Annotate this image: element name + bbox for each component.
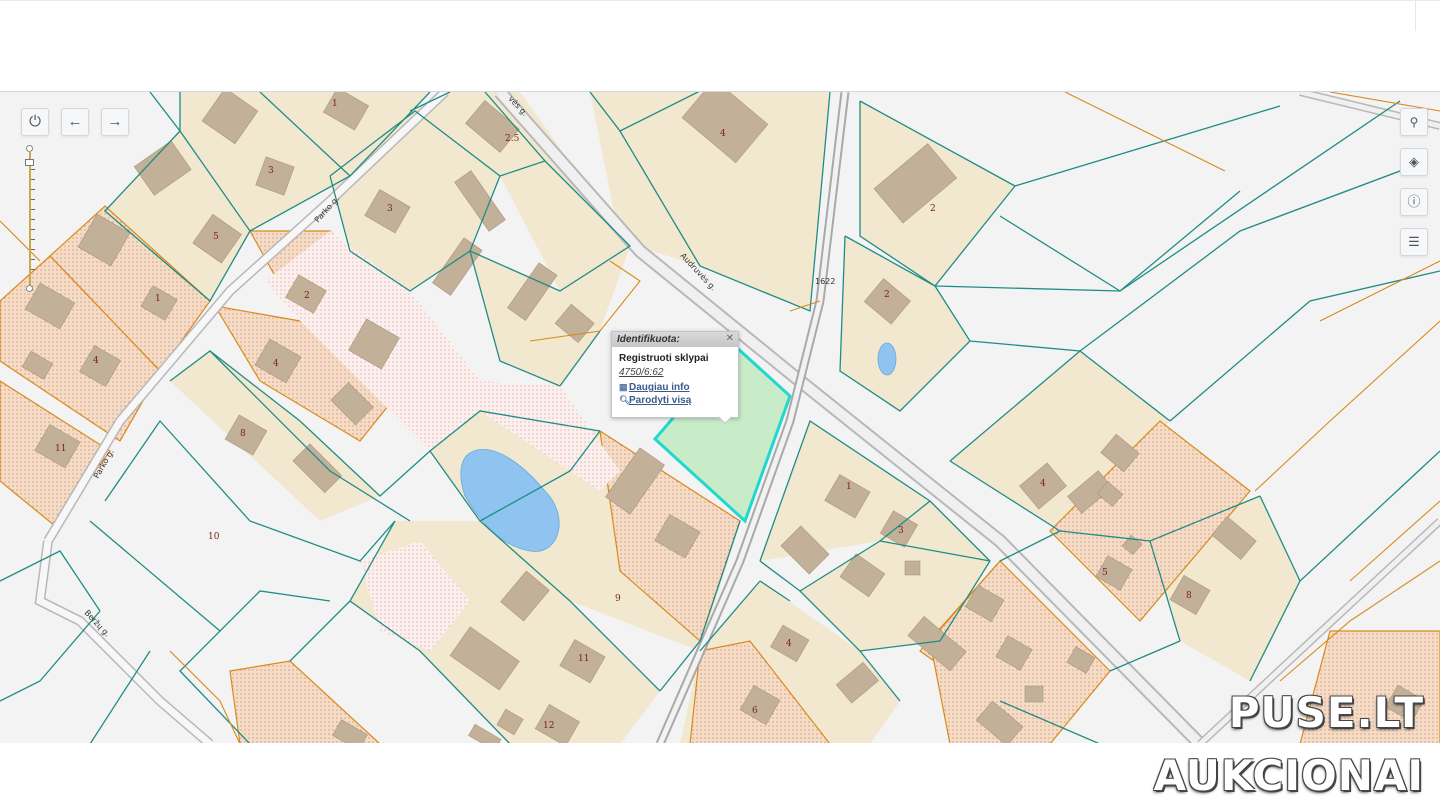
parcel-code-link[interactable]: 4750/6:62 [619,367,738,378]
svg-text:2: 2 [884,290,890,300]
zoom-out-cap[interactable] [26,285,33,292]
more-info-link[interactable]: ▦Daugiau info [619,382,738,393]
svg-text:10: 10 [208,532,220,542]
svg-text:8: 8 [1186,591,1192,601]
svg-text:4: 4 [1040,479,1046,489]
zoom-handle[interactable] [25,159,34,166]
search-button[interactable]: ⚲ [1400,108,1428,136]
svg-text:2.5: 2.5 [505,134,520,144]
svg-text:4: 4 [720,129,726,139]
svg-text:1: 1 [846,482,852,492]
layers-icon: ◈ [1409,154,1419,169]
identify-popup: Identifikuota: ✕ Registruoti sklypai 475… [611,331,739,425]
svg-text:2: 2 [304,291,310,301]
svg-text:3: 3 [898,526,904,536]
search-icon: ⚲ [1409,115,1419,129]
svg-text:5: 5 [213,232,219,242]
svg-text:8: 8 [240,429,246,439]
svg-text:4: 4 [273,359,279,369]
svg-text:2: 2 [930,204,936,214]
svg-text:3: 3 [387,204,393,214]
show-all-link[interactable]: 🔍︎Parodyti visą [619,395,738,406]
popup-title: Registruoti sklypai [619,353,709,364]
power-button[interactable]: ⏻ [21,108,49,136]
svg-text:1: 1 [155,294,161,304]
top-bar [0,0,1440,34]
info-button[interactable]: ⓘ [1400,188,1428,216]
svg-text:12: 12 [543,721,554,731]
svg-text:4: 4 [786,639,792,649]
back-button[interactable]: ← [61,108,89,136]
power-icon: ⏻ [29,113,41,130]
layers-button[interactable]: ◈ [1400,148,1428,176]
svg-text:5: 5 [1102,568,1108,578]
document-button[interactable]: ☰ [1400,228,1428,256]
info-doc-icon: ▦ [619,382,628,392]
svg-text:11: 11 [55,444,66,454]
zoom-slider[interactable] [25,145,35,293]
svg-text:4: 4 [93,356,99,366]
arrow-left-icon: ← [67,113,83,130]
show-all-label: Parodyti visą [629,395,692,406]
svg-text:6: 6 [752,706,758,716]
arrow-right-icon: → [107,113,123,130]
magnifier-icon: 🔍︎ [619,395,631,405]
svg-text:3: 3 [268,166,274,176]
forward-button[interactable]: → [101,108,129,136]
info-icon: ⓘ [1407,194,1421,209]
close-icon[interactable]: ✕ [726,333,734,344]
svg-text:11: 11 [578,654,589,664]
svg-text:1: 1 [332,99,338,109]
watermark-line1: PUSE.LT [1228,688,1424,737]
more-info-label: Daugiau info [629,382,690,393]
svg-text:9: 9 [615,594,621,604]
document-icon: ☰ [1408,234,1420,249]
watermark-line2: AUKCIONAI [1153,751,1424,800]
svg-text:1622: 1622 [815,277,835,286]
popup-header: Identifikuota: [612,332,738,347]
